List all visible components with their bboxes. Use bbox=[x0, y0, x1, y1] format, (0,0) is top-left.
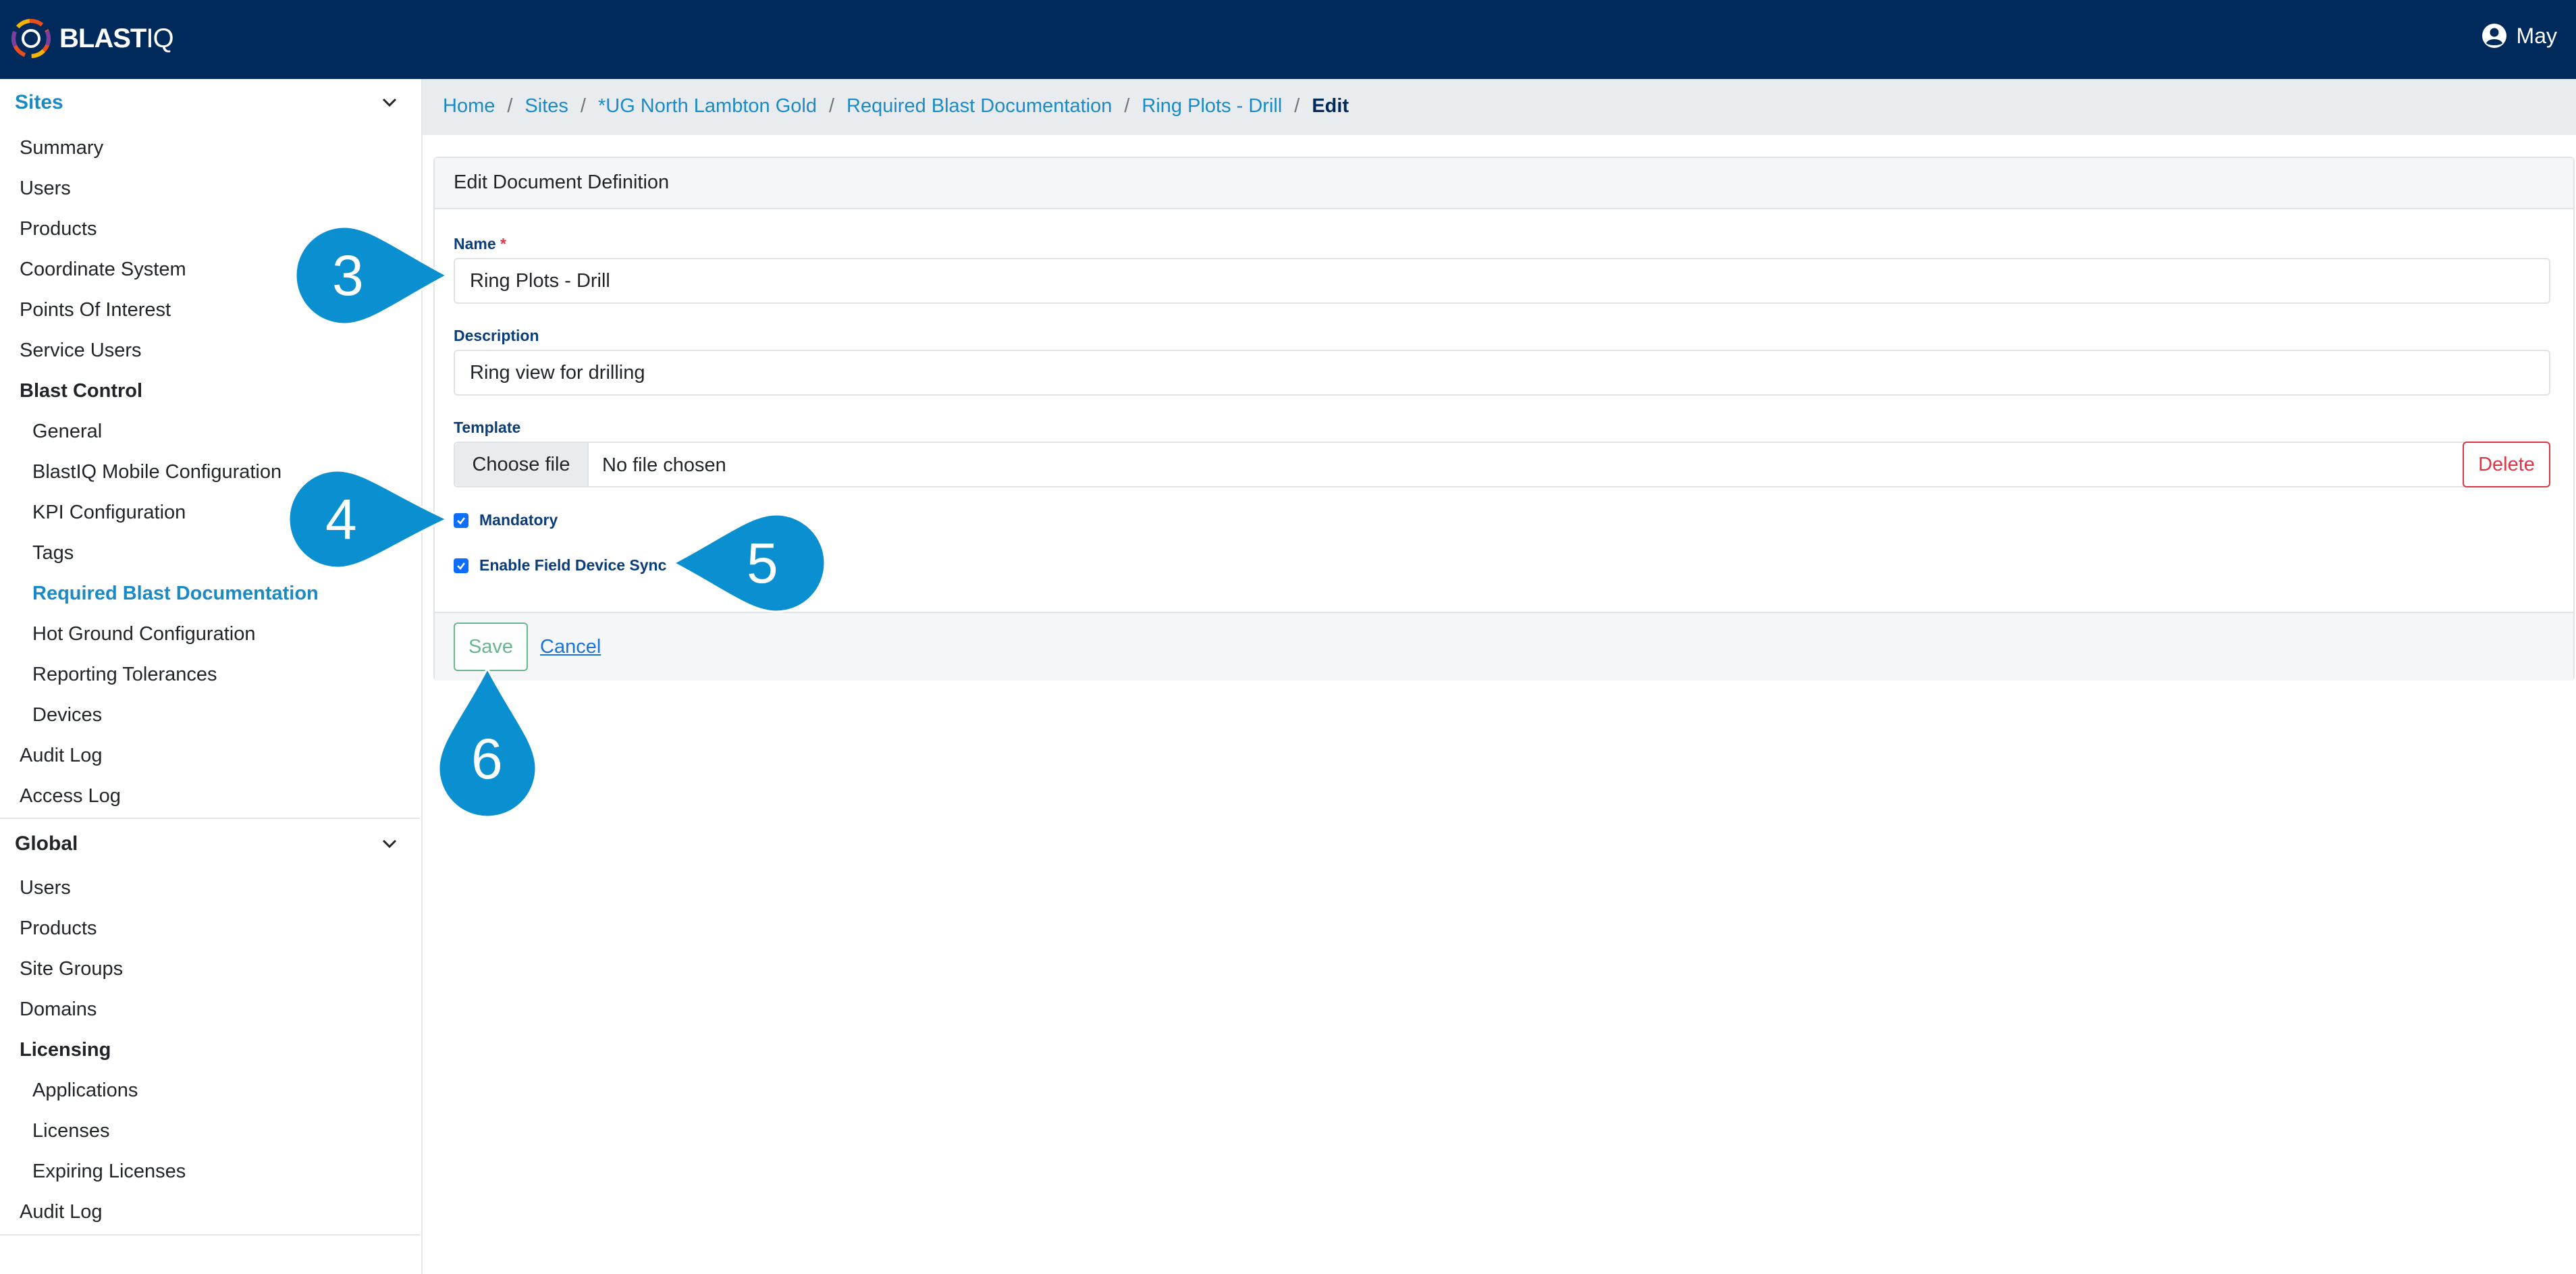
callout-number: 5 bbox=[747, 531, 778, 595]
sidebar-item-service-users[interactable]: Service Users bbox=[20, 340, 142, 362]
template-label: Template bbox=[454, 419, 521, 436]
sidebar-item-audit-log[interactable]: Audit Log bbox=[20, 1201, 103, 1223]
sidebar-item-devices[interactable]: Devices bbox=[32, 704, 102, 726]
name-input[interactable] bbox=[454, 258, 2550, 304]
sidebar-item-users[interactable]: Users bbox=[20, 178, 71, 200]
breadcrumb-sites[interactable]: Sites bbox=[525, 95, 568, 117]
sidebar-item-tags[interactable]: Tags bbox=[32, 542, 74, 564]
chevron-down-icon bbox=[382, 98, 397, 107]
breadcrumb: Home / Sites / *UG North Lambton Gold / Req… bbox=[443, 95, 1349, 117]
sidebar-item-domains[interactable]: Domains bbox=[20, 999, 97, 1021]
sidebar-item-users[interactable]: Users bbox=[20, 877, 71, 899]
sidebar-item-products[interactable]: Products bbox=[20, 918, 97, 940]
delete-template-button[interactable]: Delete bbox=[2463, 442, 2550, 487]
enable-field-device-sync-label: Enable Field Device Sync bbox=[479, 556, 667, 574]
mandatory-label: Mandatory bbox=[479, 511, 558, 529]
breadcrumb-document[interactable]: Ring Plots - Drill bbox=[1142, 95, 1282, 117]
sidebar-divider bbox=[0, 818, 420, 819]
checkmark-icon bbox=[457, 562, 466, 570]
mandatory-checkbox-row[interactable]: Mandatory bbox=[454, 511, 558, 529]
mandatory-checkbox[interactable] bbox=[454, 512, 468, 528]
sidebar-item-hot-ground-configuration[interactable]: Hot Ground Configuration bbox=[32, 623, 255, 645]
enable-field-device-sync-checkbox[interactable] bbox=[454, 558, 468, 573]
user-avatar-icon bbox=[2481, 24, 2506, 48]
blastiq-logo[interactable]: BLASTIQ bbox=[9, 17, 174, 60]
sidebar-item-blastiq-mobile-configuration[interactable]: BlastIQ Mobile Configuration bbox=[32, 461, 281, 483]
required-mark: * bbox=[500, 235, 506, 253]
breadcrumb-site[interactable]: *UG North Lambton Gold bbox=[598, 95, 817, 117]
callout-number: 4 bbox=[325, 487, 357, 551]
sidebar-section-global-label: Global bbox=[15, 832, 78, 855]
callout-pointer-right-icon bbox=[288, 469, 450, 569]
user-name: May bbox=[2516, 23, 2557, 48]
sidebar-item-expiring-licenses[interactable]: Expiring Licenses bbox=[32, 1161, 186, 1183]
description-input[interactable] bbox=[454, 350, 2550, 396]
sidebar-item-summary[interactable]: Summary bbox=[20, 137, 103, 159]
sidebar-item-coordinate-system[interactable]: Coordinate System bbox=[20, 259, 186, 281]
sidebar-item-applications[interactable]: Applications bbox=[32, 1080, 138, 1102]
sync-checkbox-row[interactable]: Enable Field Device Sync bbox=[454, 556, 666, 575]
callout-marker-3: 3 bbox=[294, 224, 451, 330]
callout-number: 3 bbox=[332, 244, 364, 307]
sidebar-item-licensing: Licensing bbox=[20, 1039, 111, 1061]
logo-text: BLASTIQ bbox=[59, 23, 174, 53]
blastiq-logo-icon bbox=[11, 19, 51, 58]
sidebar-section-global[interactable]: Global bbox=[0, 820, 420, 868]
card-footer: Save Cancel bbox=[435, 612, 2573, 681]
checkmark-icon bbox=[457, 516, 466, 525]
sidebar-item-kpi-configuration[interactable]: KPI Configuration bbox=[32, 502, 186, 524]
callout-number: 6 bbox=[471, 727, 503, 791]
callout-marker-5: 5 bbox=[670, 512, 826, 618]
save-button[interactable]: Save bbox=[454, 622, 528, 671]
card-header: Edit Document Definition bbox=[435, 158, 2573, 209]
template-file-input[interactable]: Choose file No file chosen bbox=[454, 442, 2496, 487]
top-navbar: BLASTIQ May bbox=[0, 0, 2576, 79]
sidebar-item-products[interactable]: Products bbox=[20, 218, 97, 240]
cancel-link[interactable]: Cancel bbox=[540, 636, 601, 658]
no-file-text: No file chosen bbox=[602, 454, 726, 476]
callout-pointer-right-icon bbox=[294, 225, 450, 325]
sidebar-item-site-groups[interactable]: Site Groups bbox=[20, 958, 123, 980]
sidebar-item-audit-log[interactable]: Audit Log bbox=[20, 745, 103, 767]
sidebar-section-sites[interactable]: Sites bbox=[0, 79, 420, 126]
breadcrumb-bar: Home / Sites / *UG North Lambton Gold / Req… bbox=[423, 79, 2576, 135]
choose-file-button[interactable]: Choose file bbox=[455, 443, 589, 486]
breadcrumb-required-blast-documentation[interactable]: Required Blast Documentation bbox=[847, 95, 1112, 117]
sidebar-item-blast-control: Blast Control bbox=[20, 380, 143, 402]
card-title: Edit Document Definition bbox=[454, 171, 670, 193]
sidebar-item-access-log[interactable]: Access Log bbox=[20, 785, 121, 807]
description-label: Description bbox=[454, 327, 539, 344]
sidebar-divider bbox=[0, 1234, 420, 1236]
user-menu[interactable]: May bbox=[2481, 23, 2557, 49]
callout-marker-4: 4 bbox=[288, 468, 451, 574]
callout-marker-6: 6 bbox=[436, 666, 539, 823]
sidebar-item-required-blast-documentation[interactable]: Required Blast Documentation bbox=[32, 583, 319, 605]
breadcrumb-current: Edit bbox=[1312, 95, 1349, 117]
chevron-down-icon bbox=[382, 839, 397, 849]
sidebar-item-reporting-tolerances[interactable]: Reporting Tolerances bbox=[32, 664, 217, 686]
name-label: Name * bbox=[454, 235, 506, 253]
breadcrumb-home[interactable]: Home bbox=[443, 95, 495, 117]
sidebar-item-general[interactable]: General bbox=[32, 421, 102, 443]
template-file-group: Choose file No file chosen Delete bbox=[454, 442, 2550, 487]
sidebar-section-sites-label: Sites bbox=[15, 91, 63, 113]
sidebar-item-points-of-interest[interactable]: Points Of Interest bbox=[20, 299, 171, 321]
sidebar-item-licenses[interactable]: Licenses bbox=[32, 1120, 109, 1142]
